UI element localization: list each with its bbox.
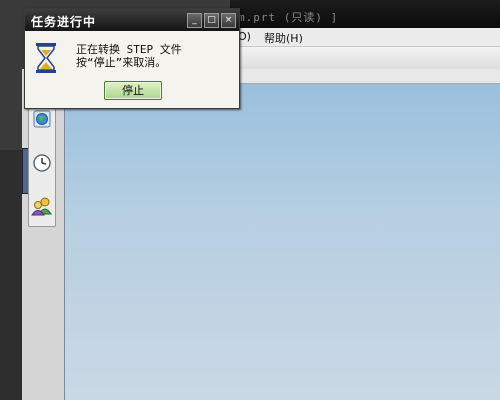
app-title-text: m.prt (只读) ] [238, 11, 339, 24]
menu-item-help[interactable]: 帮助(H) [264, 30, 303, 46]
close-button[interactable]: × [221, 13, 236, 28]
dialog-titlebar[interactable]: 任务进行中 _ □ × [25, 9, 239, 31]
dialog-title: 任务进行中 [31, 15, 97, 29]
globe-icon [33, 110, 51, 128]
resource-tabs [28, 100, 56, 227]
tab-history[interactable] [31, 151, 53, 175]
history-clock-icon [33, 154, 51, 172]
app-toolbar [230, 47, 500, 70]
graphics-window[interactable] [64, 69, 500, 400]
dialog-message-line2: 按“停止”来取消。 [76, 56, 167, 69]
progress-dialog: 任务进行中 _ □ × 正在转换 STEP 文件 按“停止”来取消。 停止 [24, 8, 240, 109]
tab-web-browser[interactable] [31, 107, 53, 131]
app-menubar: O) 帮助(H) [230, 28, 500, 47]
stop-button[interactable]: 停止 [104, 81, 162, 100]
users-icon [31, 197, 52, 216]
tab-roles[interactable] [31, 194, 53, 218]
maximize-button[interactable]: □ [204, 13, 219, 28]
app-title-bar: m.prt (只读) ] [230, 0, 500, 29]
hourglass-icon [36, 43, 56, 73]
window-edge [0, 150, 22, 400]
minimize-button[interactable]: _ [187, 13, 202, 28]
